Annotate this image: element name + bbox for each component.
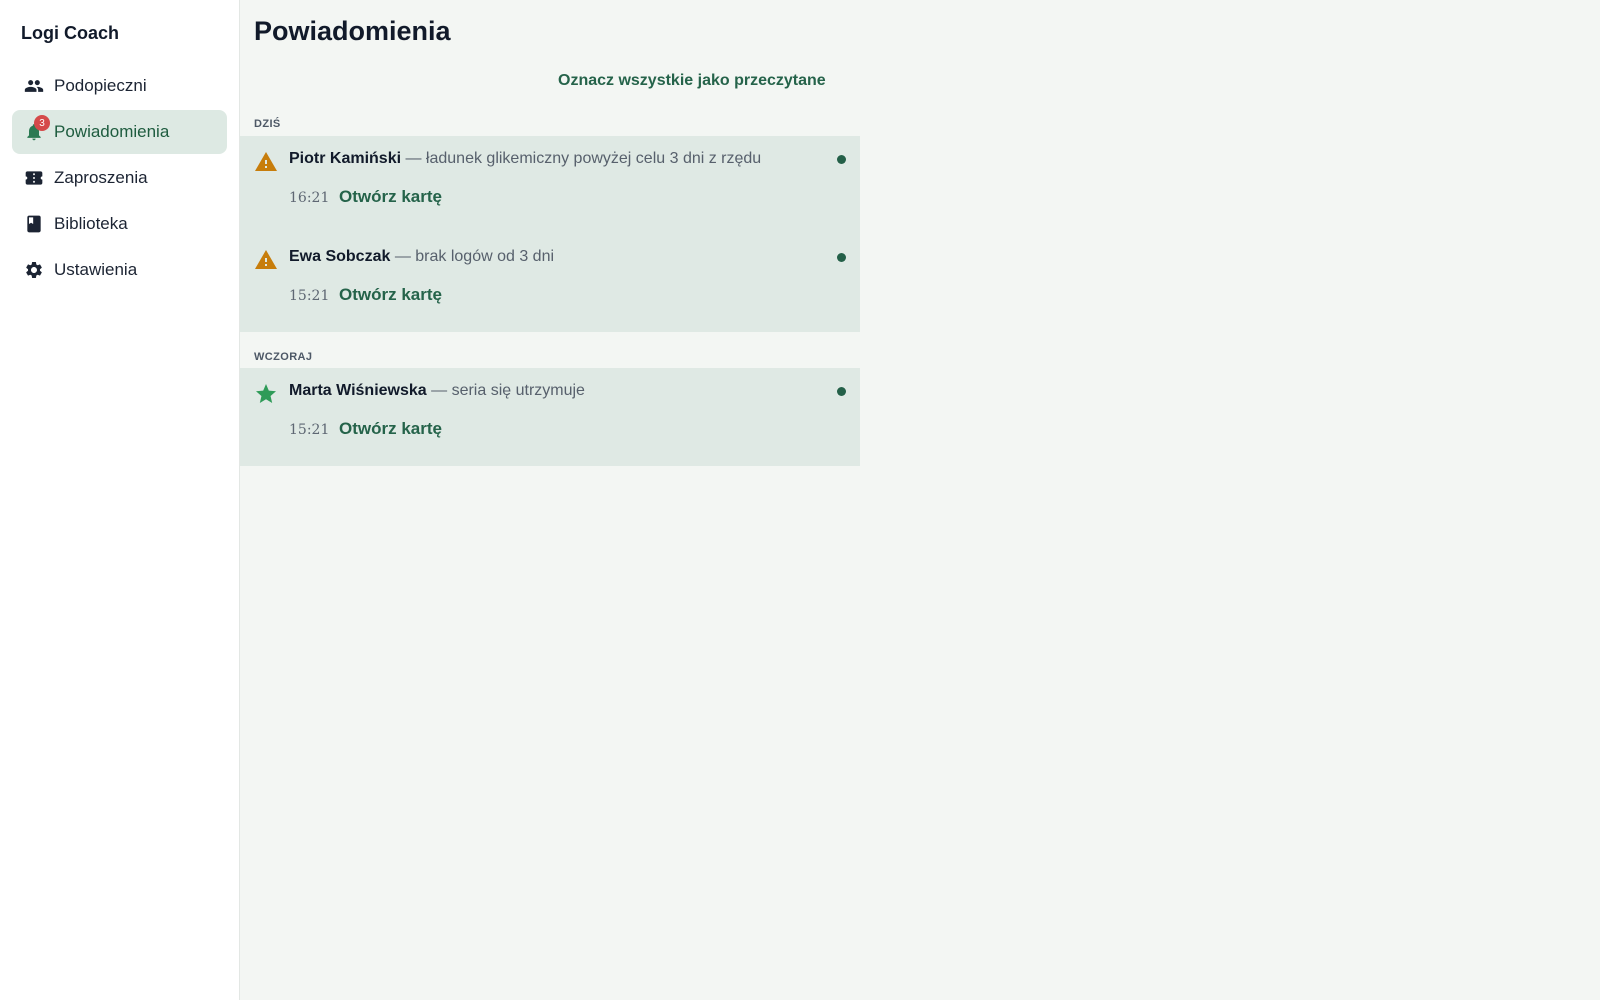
main-content: Powiadomienia Oznacz wszystkie jako prze… xyxy=(240,0,1600,1000)
warning-icon xyxy=(254,248,278,272)
users-icon xyxy=(24,76,44,96)
client-name: Marta Wiśniewska xyxy=(289,382,427,399)
sidebar-item-zaproszenia[interactable]: Zaproszenia xyxy=(12,156,227,200)
open-card-link[interactable]: Otwórz kartę xyxy=(339,419,442,439)
sidebar-item-label: Biblioteka xyxy=(54,214,128,233)
star-icon xyxy=(254,382,278,406)
sidebar-item-label: Zaproszenia xyxy=(54,168,148,187)
sidebar-nav: Podopieczni 3 Powiadomienia Zaproszenia … xyxy=(12,64,227,294)
notification-text: Ewa Sobczak — brak logów od 3 dni xyxy=(289,248,554,266)
notification-count-badge: 3 xyxy=(34,115,50,131)
sidebar-item-biblioteka[interactable]: Biblioteka xyxy=(12,202,227,246)
notification-group-today: Piotr Kamiński — ładunek glikemiczny pow… xyxy=(240,136,860,332)
sidebar: Logi Coach Podopieczni 3 Powiadomienia Z… xyxy=(0,0,240,1000)
sidebar-item-podopieczni[interactable]: Podopieczni xyxy=(12,64,227,108)
sidebar-item-ustawienia[interactable]: Ustawienia xyxy=(12,248,227,292)
notification-text: Piotr Kamiński — ładunek glikemiczny pow… xyxy=(289,150,761,168)
mark-all-read-button[interactable]: Oznacz wszystkie jako przeczytane xyxy=(558,72,826,90)
notification-time: 16:21 xyxy=(289,190,330,206)
open-card-link[interactable]: Otwórz kartę xyxy=(339,285,442,305)
notification-message: — seria się utrzymuje xyxy=(426,382,585,399)
bell-icon: 3 xyxy=(24,115,50,142)
book-icon xyxy=(24,214,44,234)
unread-dot xyxy=(837,253,846,262)
notification-group-yesterday: Marta Wiśniewska — seria się utrzymuje 1… xyxy=(240,368,860,466)
ticket-icon xyxy=(24,168,44,188)
notification-item[interactable]: Piotr Kamiński — ładunek glikemiczny pow… xyxy=(240,136,860,234)
open-card-link[interactable]: Otwórz kartę xyxy=(339,187,442,207)
gear-icon xyxy=(24,260,44,280)
section-label-today: DZIŚ xyxy=(254,118,281,130)
brand-name: Logi Coach xyxy=(21,23,119,43)
section-label-yesterday: WCZORAJ xyxy=(254,351,313,363)
sidebar-item-label: Podopieczni xyxy=(54,76,147,95)
notification-text: Marta Wiśniewska — seria się utrzymuje xyxy=(289,382,585,400)
notification-message: — brak logów od 3 dni xyxy=(390,248,555,265)
page-title: Powiadomienia xyxy=(254,16,451,46)
unread-dot xyxy=(837,155,846,164)
notification-time: 15:21 xyxy=(289,422,330,438)
notification-item[interactable]: Marta Wiśniewska — seria się utrzymuje 1… xyxy=(240,368,860,466)
client-name: Ewa Sobczak xyxy=(289,248,391,265)
notification-item[interactable]: Ewa Sobczak — brak logów od 3 dni 15:21 … xyxy=(240,234,860,332)
sidebar-item-powiadomienia[interactable]: 3 Powiadomienia xyxy=(12,110,227,154)
warning-icon xyxy=(254,150,278,174)
unread-dot xyxy=(837,387,846,396)
sidebar-item-label: Ustawienia xyxy=(54,260,138,279)
client-name: Piotr Kamiński xyxy=(289,150,402,167)
notification-time: 15:21 xyxy=(289,288,330,304)
notification-message: — ładunek glikemiczny powyżej celu 3 dni… xyxy=(401,150,762,167)
sidebar-item-label: Powiadomienia xyxy=(54,122,170,141)
